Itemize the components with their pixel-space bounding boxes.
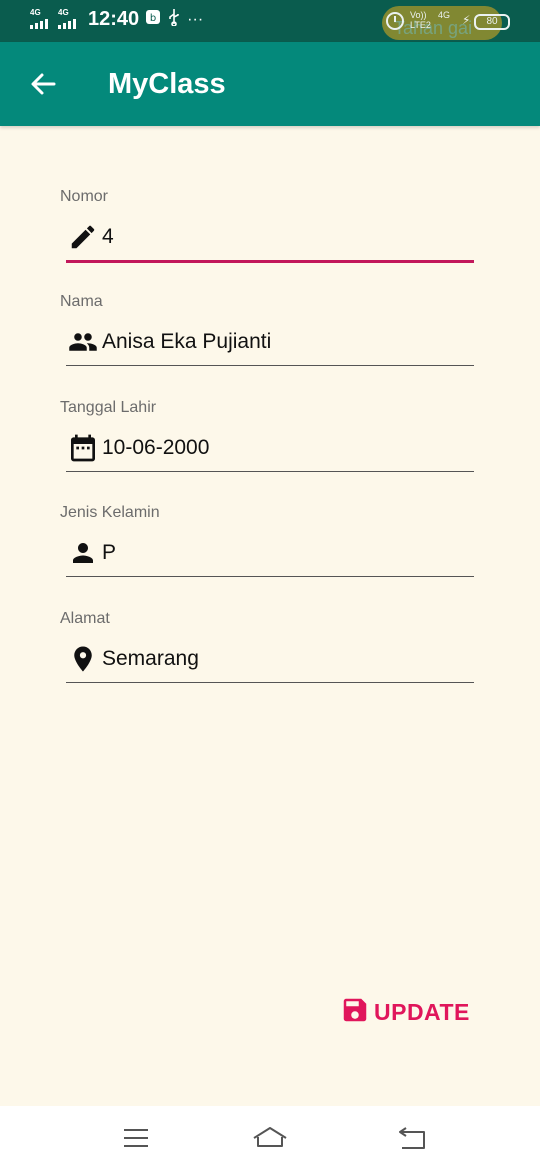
jenis-kelamin-input[interactable]: P [66,530,474,577]
field-label: Nama [60,293,103,310]
home-icon [253,1127,287,1147]
nomor-input[interactable]: 4 [66,214,474,263]
app-bar: MyClass [0,42,540,126]
update-button[interactable]: UPDATE [340,994,470,1030]
person-icon [66,536,100,570]
alarm-icon [386,12,404,30]
field-value: Anisa Eka Pujianti [102,330,272,353]
volte-indicator: Vo)) LTE2 [410,10,431,30]
signal-label: 4G [58,7,69,17]
svg-text:b: b [150,13,156,24]
back-icon [399,1127,425,1149]
signal-icon: 4G [58,7,80,31]
location-pin-icon [66,642,100,676]
status-right-pill: Tahan gai Vo)) LTE2 4G ⚡ 80 [382,6,510,40]
status-bar: 4G 4G 12:40 b ··· Tahan gai Vo)) LTE2 4G … [0,0,540,42]
field-label: Jenis Kelamin [60,504,160,521]
ghost-text: Tahan gai [394,18,473,38]
app-title: MyClass [108,68,226,100]
nama-input[interactable]: Anisa Eka Pujianti [66,319,474,366]
signal-label: 4G [30,7,41,17]
field-value: 4 [102,225,114,248]
field-value: Semarang [102,647,199,670]
charging-icon: ⚡ [462,13,471,27]
signal-icon: 4G [30,7,52,31]
people-icon [66,325,100,359]
field-label: Tanggal Lahir [60,399,157,416]
usb-icon [167,8,181,31]
more-notifications-icon: ··· [187,10,204,28]
field-label: Alamat [60,610,110,627]
update-label: UPDATE [374,998,470,1025]
pencil-icon [66,220,100,254]
field-value: 10-06-2000 [102,436,210,459]
home-button[interactable] [250,1122,290,1154]
field-value: P [102,541,117,564]
alamat-input[interactable]: Semarang [66,636,474,683]
battery-icon: 80 [474,14,510,30]
menu-icon [124,1129,148,1147]
menu-button[interactable] [116,1122,156,1154]
save-icon [340,995,370,1030]
status-left: 4G 4G 12:40 b ··· [30,8,203,31]
network-type: 4G [438,10,451,20]
back-button[interactable] [26,66,62,102]
status-time: 12:40 [88,8,140,30]
field-jenis-kelamin: Jenis Kelamin P [60,504,474,577]
field-alamat: Alamat Semarang [60,610,474,683]
arrow-left-icon [31,73,56,95]
field-tanggal-lahir: Tanggal Lahir 10-06-2000 [60,399,474,472]
notification-app-icon: b [145,9,161,30]
field-nomor: Nomor 4 [60,188,474,263]
tanggal-lahir-input[interactable]: 10-06-2000 [66,425,474,472]
nav-back-button[interactable] [392,1122,432,1154]
system-nav-bar [0,1106,540,1170]
field-nama: Nama Anisa Eka Pujianti [60,293,474,366]
field-label: Nomor [60,188,109,205]
calendar-icon [66,431,100,465]
